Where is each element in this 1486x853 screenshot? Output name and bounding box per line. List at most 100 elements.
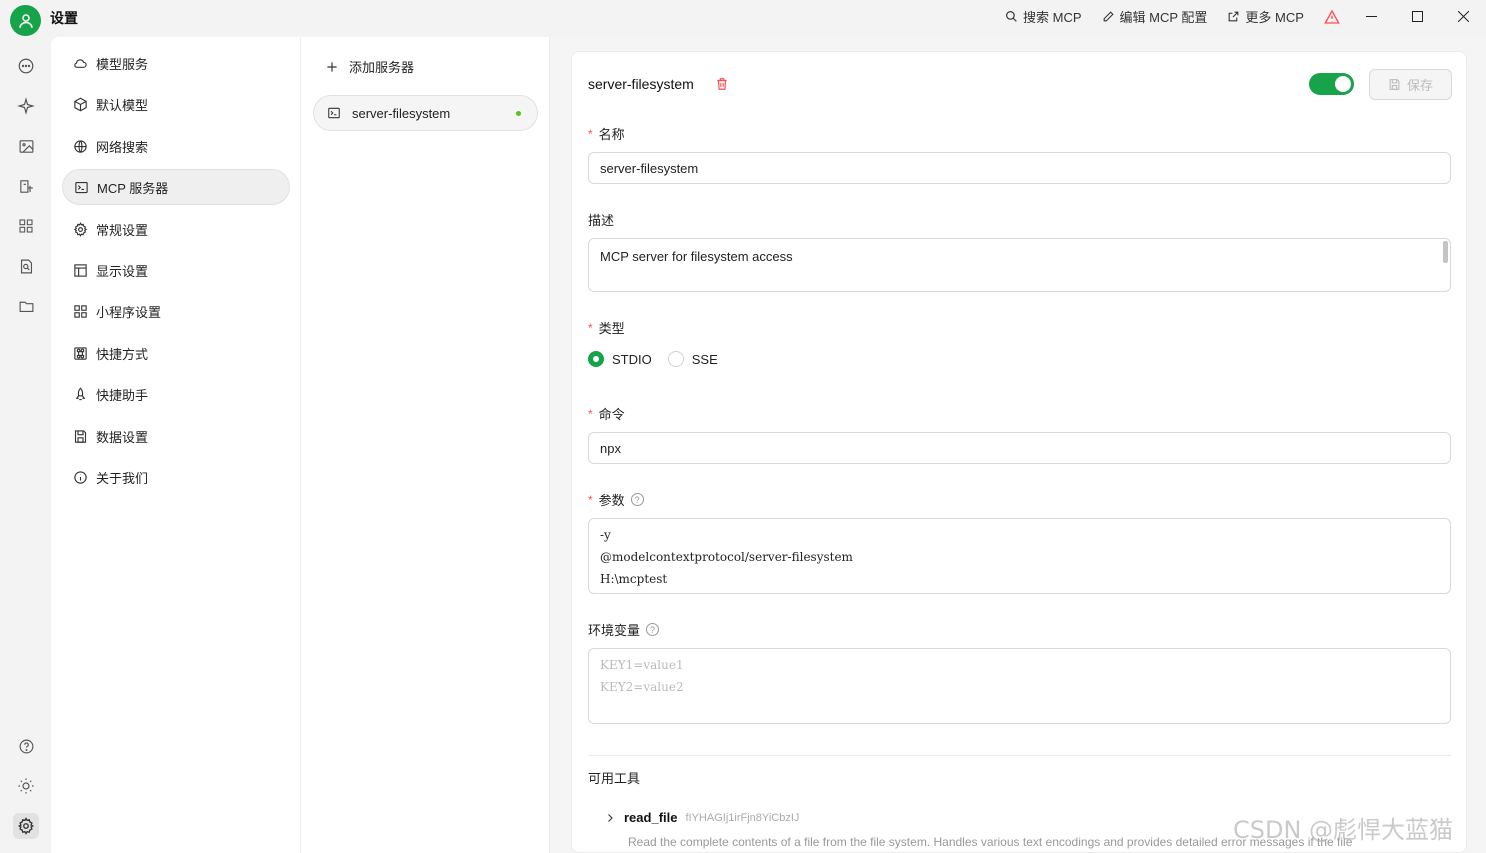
args-line: -y	[600, 528, 611, 542]
translate-icon	[19, 179, 33, 193]
menu-item-model-service[interactable]: 模型服务	[62, 45, 290, 81]
apps-grid-icon	[19, 219, 33, 233]
warning-button[interactable]	[1324, 9, 1340, 25]
menu-item-label: 显示设置	[96, 263, 149, 279]
required-mark: *	[588, 492, 593, 507]
required-mark: *	[588, 320, 593, 335]
rail-knowledge-button[interactable]	[13, 253, 39, 279]
required-mark: *	[588, 406, 593, 421]
description-textarea[interactable]: MCP server for filesystem access	[588, 238, 1451, 292]
rail-agents-button[interactable]	[13, 93, 39, 119]
settings-menu: 模型服务 默认模型 网络搜索 MCP 服务器 常规设置 显示设置 小程序设置 快…	[51, 37, 301, 853]
minimize-icon	[1365, 15, 1377, 17]
image-icon	[19, 139, 33, 153]
server-list-panel: 添加服务器 server-filesystem	[301, 37, 550, 853]
add-server-label: 添加服务器	[349, 60, 415, 75]
save-label: 保存	[1406, 78, 1433, 93]
more-mcp-button[interactable]: 更多 MCP	[1227, 7, 1304, 26]
save-button[interactable]: 保存	[1369, 69, 1452, 100]
edit-mcp-config-label: 编辑 MCP 配置	[1119, 10, 1208, 25]
sparkle-icon	[17, 97, 35, 115]
add-server-button[interactable]: 添加服务器	[325, 57, 414, 76]
external-link-icon	[1229, 11, 1239, 22]
available-tools-title: 可用工具	[588, 771, 641, 786]
plus-icon	[327, 61, 337, 72]
delete-server-button[interactable]	[715, 77, 729, 94]
terminal-icon	[328, 107, 340, 119]
description-label-text: 描述	[588, 213, 615, 228]
menu-item-about[interactable]: 关于我们	[62, 459, 290, 495]
menu-item-miniapps[interactable]: 小程序设置	[62, 293, 290, 329]
tool-id: fIYHAGIj1irFjn8YiCbzIJ	[685, 811, 800, 824]
search-mcp-button[interactable]: 搜索 MCP	[1005, 7, 1082, 26]
rail-settings-button[interactable]	[13, 813, 39, 839]
user-avatar[interactable]	[10, 5, 41, 36]
server-name: server-filesystem	[352, 105, 451, 121]
gear-icon	[17, 817, 35, 835]
name-label: * 名称	[588, 124, 625, 143]
save-icon	[72, 428, 88, 444]
menu-item-quick-assistant[interactable]: 快捷助手	[62, 376, 290, 412]
file-search-icon	[20, 259, 32, 273]
tool-item-read-file[interactable]: read_file fIYHAGIj1irFjn8YiCbzIJ	[604, 810, 799, 825]
menu-item-display[interactable]: 显示设置	[62, 252, 290, 288]
gear-icon	[72, 221, 88, 237]
rail-help-button[interactable]	[13, 733, 39, 759]
trash-icon	[717, 78, 727, 90]
top-actions: 搜索 MCP 编辑 MCP 配置 更多 MCP	[1005, 7, 1340, 26]
window-controls	[1348, 0, 1486, 32]
args-textarea[interactable]: -y @modelcontextprotocol/server-filesyst…	[588, 518, 1451, 594]
server-enabled-toggle[interactable]	[1309, 73, 1354, 95]
rail-chat-button[interactable]	[13, 53, 39, 79]
args-label-text: 参数	[598, 493, 625, 508]
search-mcp-label: 搜索 MCP	[1023, 10, 1082, 25]
textarea-scrollbar[interactable]	[1443, 241, 1448, 263]
type-radio-stdio[interactable]: STDIO	[588, 351, 652, 367]
close-window-button[interactable]	[1440, 0, 1486, 32]
rail-theme-button[interactable]	[13, 773, 39, 799]
menu-item-label: 数据设置	[96, 429, 149, 445]
name-input[interactable]	[588, 152, 1451, 184]
args-label: * 参数 ?	[588, 490, 644, 509]
help-icon[interactable]: ?	[630, 493, 644, 506]
layout-icon	[72, 262, 88, 278]
section-divider	[588, 755, 1451, 756]
search-icon	[1006, 11, 1017, 22]
env-textarea[interactable]: KEY1=value1 KEY2=value2	[588, 648, 1451, 724]
menu-item-label: 关于我们	[96, 470, 149, 486]
help-icon[interactable]: ?	[646, 623, 660, 636]
server-status-dot	[516, 111, 521, 116]
rail-files-button[interactable]	[13, 293, 39, 319]
help-icon	[19, 739, 33, 753]
server-list-item[interactable]: server-filesystem	[313, 95, 538, 131]
edit-mcp-config-button[interactable]: 编辑 MCP 配置	[1102, 7, 1208, 26]
menu-item-label: MCP 服务器	[97, 180, 169, 196]
terminal-icon	[73, 179, 89, 195]
type-option-label: STDIO	[612, 351, 652, 367]
sun-icon	[18, 778, 34, 794]
edit-icon	[1103, 11, 1114, 22]
menu-item-label: 快捷方式	[96, 346, 149, 362]
grid-icon	[72, 303, 88, 319]
maximize-icon	[1411, 10, 1423, 22]
command-icon	[72, 345, 88, 361]
menu-item-label: 快捷助手	[96, 387, 149, 403]
type-radio-sse[interactable]: SSE	[667, 351, 718, 367]
menu-item-mcp-servers[interactable]: MCP 服务器	[62, 169, 290, 205]
warning-icon	[1324, 9, 1340, 24]
window-title: 设置	[50, 10, 78, 26]
rail-image-button[interactable]	[13, 133, 39, 159]
rail-translate-button[interactable]	[13, 173, 39, 199]
command-label: * 命令	[588, 404, 625, 423]
menu-item-data[interactable]: 数据设置	[62, 418, 290, 454]
rail-apps-button[interactable]	[13, 213, 39, 239]
minimize-button[interactable]	[1348, 0, 1394, 32]
menu-item-general[interactable]: 常规设置	[62, 211, 290, 247]
type-option-label: SSE	[691, 351, 718, 367]
maximize-button[interactable]	[1394, 0, 1440, 32]
more-mcp-label: 更多 MCP	[1245, 10, 1304, 25]
menu-item-default-model[interactable]: 默认模型	[62, 86, 290, 122]
command-input[interactable]	[588, 432, 1451, 464]
menu-item-web-search[interactable]: 网络搜索	[62, 128, 290, 164]
menu-item-shortcuts[interactable]: 快捷方式	[62, 335, 290, 371]
